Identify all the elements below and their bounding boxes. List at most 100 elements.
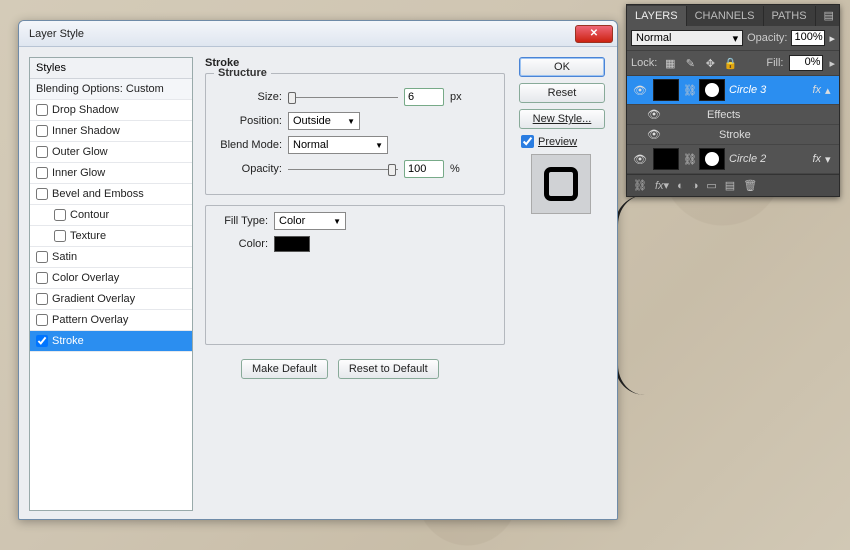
fill-value[interactable]: 0% bbox=[789, 55, 823, 71]
checkbox-pattern-overlay[interactable] bbox=[36, 314, 48, 326]
vector-mask[interactable] bbox=[699, 79, 725, 101]
visibility-icon[interactable]: 👁 bbox=[645, 108, 663, 121]
color-swatch[interactable] bbox=[274, 236, 310, 252]
fx-menu-icon[interactable]: fx▾ bbox=[655, 179, 669, 192]
chevron-up-icon[interactable]: ▴ bbox=[825, 84, 835, 97]
blend-mode-select[interactable]: Normal▼ bbox=[288, 136, 388, 154]
opacity-label: Opacity: bbox=[214, 163, 282, 175]
opacity-value[interactable]: 100% bbox=[791, 30, 825, 46]
style-inner-shadow[interactable]: Inner Shadow bbox=[30, 121, 192, 142]
reset-button[interactable]: Reset bbox=[519, 83, 605, 103]
link-icon[interactable]: ⛓ bbox=[683, 84, 695, 97]
checkbox-outer-glow[interactable] bbox=[36, 146, 48, 158]
checkbox-color-overlay[interactable] bbox=[36, 272, 48, 284]
structure-fieldset: Structure Size: px Position: Outside▼ Bl… bbox=[205, 73, 505, 195]
pct-unit: % bbox=[450, 163, 460, 175]
visibility-icon[interactable]: 👁 bbox=[645, 128, 663, 141]
close-button[interactable]: ✕ bbox=[575, 25, 613, 43]
preview-toggle[interactable]: Preview bbox=[521, 135, 607, 148]
trash-icon[interactable]: 🗑 bbox=[743, 179, 757, 192]
checkbox-stroke[interactable] bbox=[36, 335, 48, 347]
link-layers-icon[interactable]: ⛓ bbox=[633, 179, 647, 192]
position-select[interactable]: Outside▼ bbox=[288, 112, 360, 130]
tab-paths[interactable]: PATHS bbox=[764, 6, 816, 26]
layer-name[interactable]: Circle 3 bbox=[729, 84, 808, 96]
close-icon[interactable]: ✕ bbox=[829, 0, 839, 1]
ok-button[interactable]: OK bbox=[519, 57, 605, 77]
lock-all-icon[interactable]: 🔒 bbox=[723, 57, 737, 70]
checkbox-satin[interactable] bbox=[36, 251, 48, 263]
style-inner-glow[interactable]: Inner Glow bbox=[30, 163, 192, 184]
collapse-icon[interactable]: ◀◀ bbox=[815, 0, 825, 1]
opacity-input[interactable] bbox=[404, 160, 444, 178]
style-color-overlay[interactable]: Color Overlay bbox=[30, 268, 192, 289]
new-style-button[interactable]: New Style... bbox=[519, 109, 605, 129]
fill-label: Fill: bbox=[766, 57, 783, 69]
style-outer-glow[interactable]: Outer Glow bbox=[30, 142, 192, 163]
lock-brush-icon[interactable]: ✎ bbox=[683, 57, 697, 70]
checkbox-drop-shadow[interactable] bbox=[36, 104, 48, 116]
mask-icon[interactable]: ◐ bbox=[677, 180, 684, 192]
reset-default-button[interactable]: Reset to Default bbox=[338, 359, 439, 379]
fx-badge[interactable]: fx bbox=[812, 153, 821, 165]
vector-mask[interactable] bbox=[699, 148, 725, 170]
checkbox-gradient-overlay[interactable] bbox=[36, 293, 48, 305]
group-icon[interactable]: ▭ bbox=[706, 179, 716, 192]
lock-move-icon[interactable]: ✥ bbox=[703, 57, 717, 70]
styles-header[interactable]: Styles bbox=[30, 58, 192, 79]
new-layer-icon[interactable]: ▤ bbox=[725, 179, 735, 192]
checkbox-inner-glow[interactable] bbox=[36, 167, 48, 179]
layer-thumbnail[interactable] bbox=[653, 79, 679, 101]
stroke-settings: Stroke Structure Size: px Position: Outs… bbox=[205, 57, 505, 511]
fill-type-select[interactable]: Color▼ bbox=[274, 212, 346, 230]
style-gradient-overlay[interactable]: Gradient Overlay bbox=[30, 289, 192, 310]
style-satin[interactable]: Satin bbox=[30, 247, 192, 268]
dialog-titlebar[interactable]: Layer Style ✕ bbox=[19, 21, 617, 47]
checkbox-contour[interactable] bbox=[54, 209, 66, 221]
dialog-title: Layer Style bbox=[29, 28, 575, 40]
layer-name[interactable]: Circle 2 bbox=[729, 153, 808, 165]
make-default-button[interactable]: Make Default bbox=[241, 359, 328, 379]
effects-row[interactable]: 👁 Effects bbox=[627, 105, 839, 125]
visibility-icon[interactable]: 👁 bbox=[631, 153, 649, 166]
style-bevel[interactable]: Bevel and Emboss bbox=[30, 184, 192, 205]
layer-row-circle2[interactable]: 👁 ⛓ Circle 2 fx ▾ bbox=[627, 145, 839, 174]
layer-row-circle3[interactable]: 👁 ⛓ Circle 3 fx ▴ bbox=[627, 76, 839, 105]
tab-layers[interactable]: LAYERS bbox=[627, 6, 687, 26]
structure-legend: Structure bbox=[214, 67, 271, 79]
link-icon[interactable]: ⛓ bbox=[683, 153, 695, 166]
preview-checkbox[interactable] bbox=[521, 135, 534, 148]
visibility-icon[interactable]: 👁 bbox=[631, 84, 649, 97]
lock-pixels-icon[interactable]: ▦ bbox=[663, 57, 677, 70]
style-pattern-overlay[interactable]: Pattern Overlay bbox=[30, 310, 192, 331]
preview-shape bbox=[544, 167, 578, 201]
checkbox-texture[interactable] bbox=[54, 230, 66, 242]
layer-thumbnail[interactable] bbox=[653, 148, 679, 170]
opacity-flyout-icon[interactable]: ▸ bbox=[829, 32, 835, 45]
panel-footer: ⛓ fx▾ ◐ ◑ ▭ ▤ 🗑 bbox=[627, 174, 839, 196]
checkbox-inner-shadow[interactable] bbox=[36, 125, 48, 137]
size-input[interactable] bbox=[404, 88, 444, 106]
tab-channels[interactable]: CHANNELS bbox=[687, 6, 764, 26]
style-texture[interactable]: Texture bbox=[30, 226, 192, 247]
style-contour[interactable]: Contour bbox=[30, 205, 192, 226]
adjustment-icon[interactable]: ◑ bbox=[692, 180, 699, 192]
chevron-down-icon: ▼ bbox=[347, 117, 355, 126]
style-drop-shadow[interactable]: Drop Shadow bbox=[30, 100, 192, 121]
position-label: Position: bbox=[214, 115, 282, 127]
fill-flyout-icon[interactable]: ▸ bbox=[829, 57, 835, 70]
opacity-slider[interactable] bbox=[288, 162, 398, 176]
panel-tabs: LAYERS CHANNELS PATHS ▤ bbox=[627, 5, 839, 26]
stroke-effect-row[interactable]: 👁 Stroke bbox=[627, 125, 839, 145]
style-stroke[interactable]: Stroke bbox=[30, 331, 192, 352]
panel-menu-icon[interactable]: ▤ bbox=[816, 5, 842, 26]
size-slider[interactable] bbox=[288, 90, 398, 104]
layer-blend-select[interactable]: Normal▾ bbox=[631, 30, 743, 46]
checkbox-bevel[interactable] bbox=[36, 188, 48, 200]
canvas-shape-curve bbox=[615, 195, 645, 395]
blending-options-row[interactable]: Blending Options: Custom bbox=[30, 79, 192, 100]
effects-label: Effects bbox=[707, 109, 740, 121]
fx-badge[interactable]: fx bbox=[812, 84, 821, 96]
chevron-down-icon[interactable]: ▾ bbox=[825, 153, 835, 166]
color-label: Color: bbox=[214, 238, 268, 250]
